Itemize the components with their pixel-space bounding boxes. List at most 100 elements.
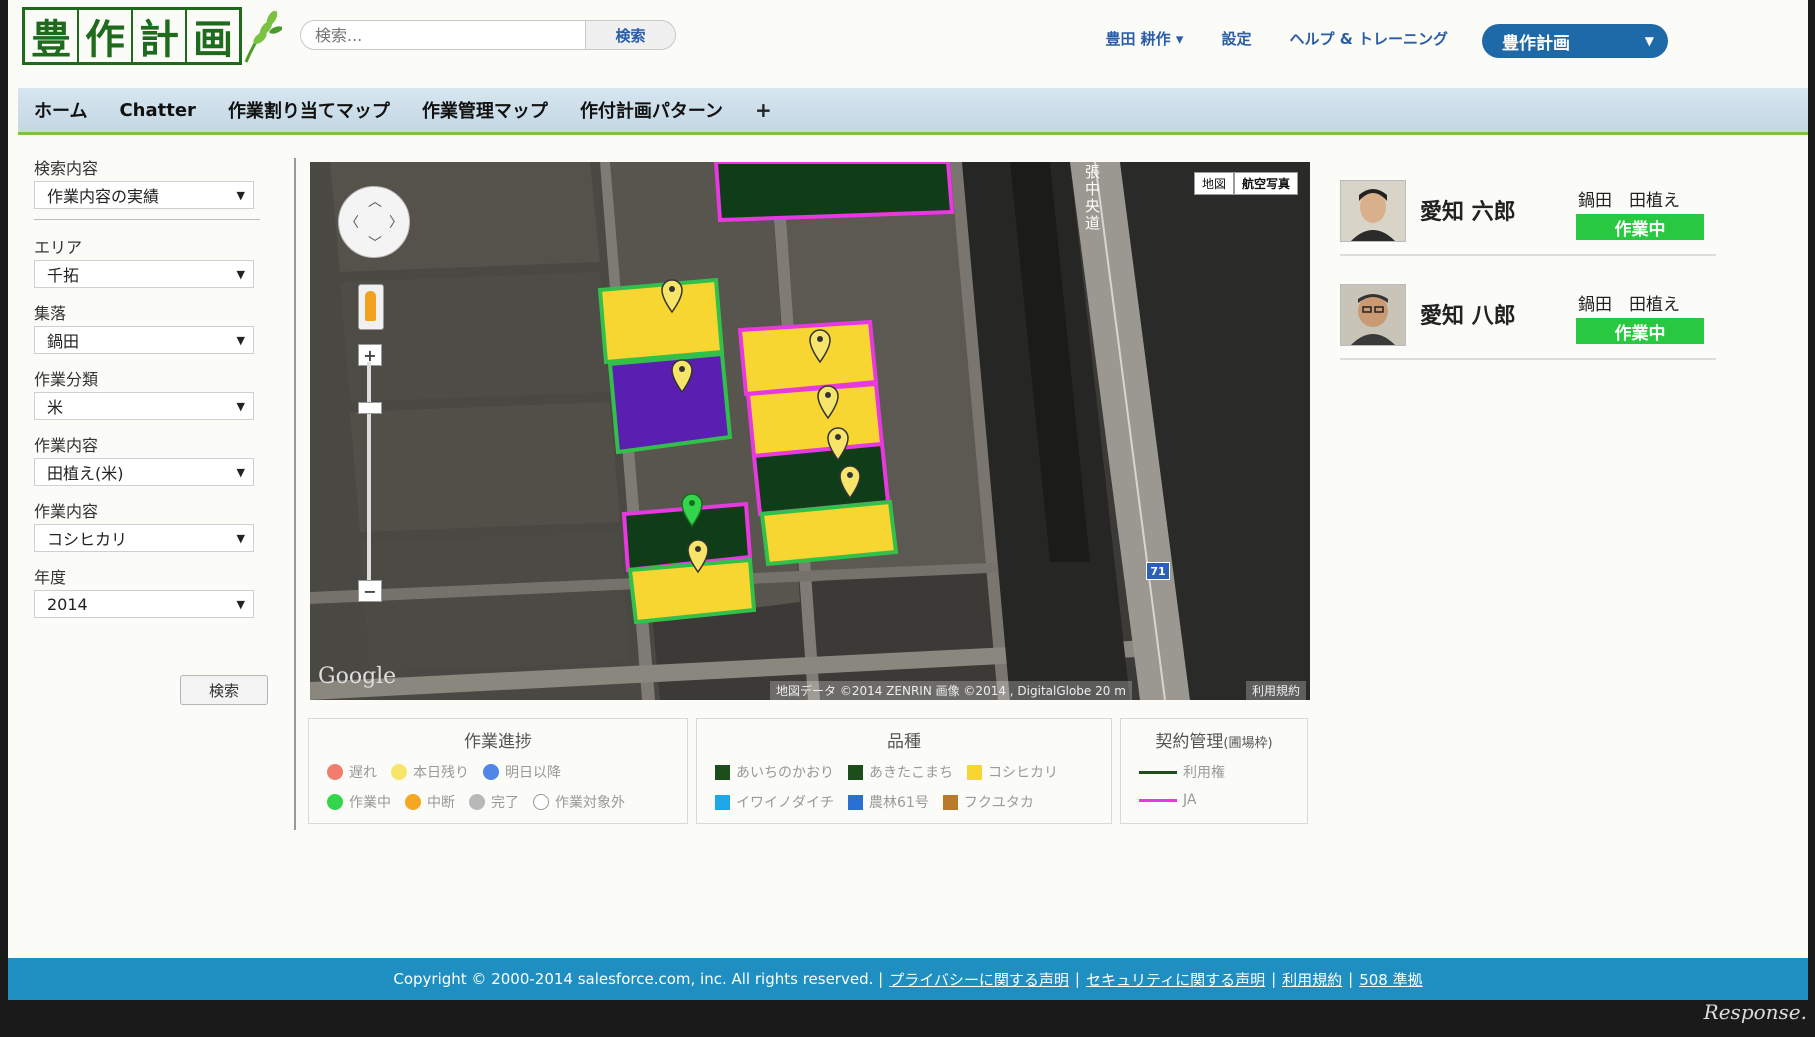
legend-row: あいちのかおり あきたこまち コシヒカリ — [715, 762, 1111, 782]
variety-select[interactable]: コシヒカリ ▼ — [34, 524, 254, 552]
legend-row: イワイノダイチ 農林61号 フクユタカ — [715, 792, 1111, 812]
legend-label: 本日残り — [413, 765, 469, 781]
legend-label: 利用権 — [1183, 765, 1225, 781]
app-menu-button[interactable]: 豊作計画 ▼ — [1482, 24, 1668, 58]
dropdown-arrow-icon: ▼ — [236, 531, 245, 545]
legend-item: 明日以降 — [483, 762, 561, 782]
legend-label: フクユタカ — [963, 795, 1034, 811]
status-dot-icon — [327, 764, 343, 780]
worker-card[interactable]: 愛知 六郎 鍋田 田植え 作業中 — [1340, 176, 1716, 256]
add-tab-button[interactable]: + — [739, 98, 788, 122]
select-value: 米 — [47, 398, 64, 417]
legend-title-text: 契約管理 — [1155, 732, 1224, 752]
logo-char: 計 — [133, 10, 187, 63]
worker-name: 愛知 六郎 — [1420, 200, 1516, 225]
filter-search-button[interactable]: 検索 — [180, 675, 268, 705]
legend-item: 完了 — [469, 792, 519, 812]
pan-control[interactable]: ︿ ﹀ 〈 〉 — [338, 186, 410, 258]
legend-item: あいちのかおり — [715, 762, 834, 782]
tab-bar: ホーム Chatter 作業割り当てマップ 作業管理マップ 作付計画パターン + — [18, 88, 1808, 135]
search-button[interactable]: 検索 — [586, 20, 676, 50]
logo-char: 画 — [193, 16, 233, 63]
pan-right-icon[interactable]: 〉 — [389, 212, 403, 232]
legend-label: 遅れ — [349, 765, 377, 781]
farm-map[interactable]: 張中央道 71 ︿ ﹀ 〈 〉 + − 地図 航空写真 Google 地図データ… — [310, 162, 1310, 700]
legend-row: 作業中 中断 完了 作業対象外 — [327, 792, 687, 812]
legend-row: 遅れ 本日残り 明日以降 — [327, 762, 687, 782]
tab-chatter[interactable]: Chatter — [103, 100, 211, 121]
map-pin-icon — [839, 465, 861, 500]
divider — [34, 219, 260, 220]
street-view-pegman-icon[interactable] — [358, 284, 384, 330]
legend-item: JA — [1139, 792, 1196, 808]
help-link[interactable]: ヘルプ & トレーニング — [1289, 28, 1448, 49]
filter-label: エリア — [34, 238, 83, 257]
status-dot-icon — [405, 794, 421, 810]
legend-label: イワイノダイチ — [736, 795, 834, 811]
year-select[interactable]: 2014 ▼ — [34, 590, 254, 618]
worker-task: 鍋田 田植え — [1578, 295, 1680, 315]
tab-management-map[interactable]: 作業管理マップ — [406, 97, 564, 123]
security-link[interactable]: セキュリティに関する声明 — [1086, 969, 1265, 990]
tab-planting-pattern[interactable]: 作付計画パターン — [564, 97, 739, 123]
legend-item: 中断 — [405, 792, 455, 812]
pan-down-icon[interactable]: ﹀ — [368, 233, 382, 253]
zoom-slider-handle[interactable] — [358, 402, 382, 414]
color-swatch-icon — [848, 794, 863, 810]
pan-up-icon[interactable]: ︿ — [368, 191, 382, 211]
worker-card[interactable]: 愛知 八郎 鍋田 田植え 作業中 — [1340, 280, 1716, 360]
map-terms-link[interactable]: 利用規約 — [1245, 681, 1306, 700]
accessibility-link[interactable]: 508 準拠 — [1359, 969, 1422, 990]
search-input[interactable] — [300, 20, 586, 50]
contract-legend: 契約管理(圃場枠) 利用権 JA — [1120, 718, 1308, 824]
legend-label: 作業中 — [349, 795, 391, 811]
zoom-slider-track[interactable] — [367, 362, 371, 580]
map-type-control: 地図 航空写真 — [1193, 172, 1298, 195]
dropdown-arrow-icon: ▼ — [236, 188, 245, 202]
terms-link[interactable]: 利用規約 — [1282, 969, 1342, 990]
legend-label: 作業対象外 — [555, 795, 625, 811]
map-pin-icon — [809, 329, 831, 364]
area-select[interactable]: 千拓 ▼ — [34, 260, 254, 288]
map-type-map-button[interactable]: 地図 — [1193, 172, 1234, 195]
work-content-select[interactable]: 田植え(米) ▼ — [34, 458, 254, 486]
chevron-down-icon: ▾ — [1175, 30, 1184, 48]
tab-assignment-map[interactable]: 作業割り当てマップ — [212, 97, 406, 123]
pan-left-icon[interactable]: 〈 — [345, 212, 359, 232]
legend-label: あいちのかおり — [736, 765, 834, 781]
filter-label: 作業内容 — [34, 502, 99, 521]
worker-name: 愛知 八郎 — [1420, 304, 1516, 329]
privacy-link[interactable]: プライバシーに関する声明 — [889, 969, 1069, 990]
color-swatch-icon — [715, 794, 730, 810]
legend-label: コシヒカリ — [988, 765, 1058, 781]
user-menu[interactable]: 豊田 耕作 ▾ — [1105, 28, 1183, 49]
logo-char: 豊 — [25, 10, 79, 63]
chevron-down-icon: ▼ — [1644, 34, 1654, 48]
zoom-out-button[interactable]: − — [358, 580, 382, 602]
legend-label: 農林61号 — [869, 795, 929, 811]
filter-label: 集落 — [34, 304, 67, 323]
search-content-select[interactable]: 作業内容の実績 ▼ — [34, 181, 254, 209]
status-dot-icon — [469, 794, 485, 810]
settings-link[interactable]: 設定 — [1221, 28, 1251, 49]
logo-box: 豊 作 計 画 — [22, 7, 242, 65]
app-window: 豊 作 計 画 検索 豊田 耕作 ▾ 設定 ヘルプ & トレーニング 豊作計画 — [8, 0, 1808, 1000]
variety-legend: 品種 あいちのかおり あきたこまち コシヒカリ イワイノダイチ 農林61号 フク… — [696, 718, 1112, 824]
village-select[interactable]: 鍋田 ▼ — [34, 326, 254, 354]
status-badge: 作業中 — [1576, 214, 1704, 240]
work-category-select[interactable]: 米 ▼ — [34, 392, 254, 420]
select-value: 田植え(米) — [47, 464, 124, 483]
app-logo[interactable]: 豊 作 計 画 — [22, 7, 282, 65]
legend-row: 利用権 — [1139, 762, 1307, 782]
legend-item: 作業対象外 — [533, 792, 625, 812]
rice-plant-icon — [244, 10, 282, 63]
separator: | — [1074, 970, 1080, 988]
dropdown-arrow-icon: ▼ — [236, 399, 245, 413]
map-pin-icon — [827, 427, 849, 462]
status-dot-icon — [327, 794, 343, 810]
tab-home[interactable]: ホーム — [18, 97, 103, 123]
separator: | — [1348, 970, 1354, 988]
status-dot-icon — [483, 764, 499, 780]
map-type-satellite-button[interactable]: 航空写真 — [1233, 172, 1298, 195]
select-value: 千拓 — [47, 266, 80, 285]
